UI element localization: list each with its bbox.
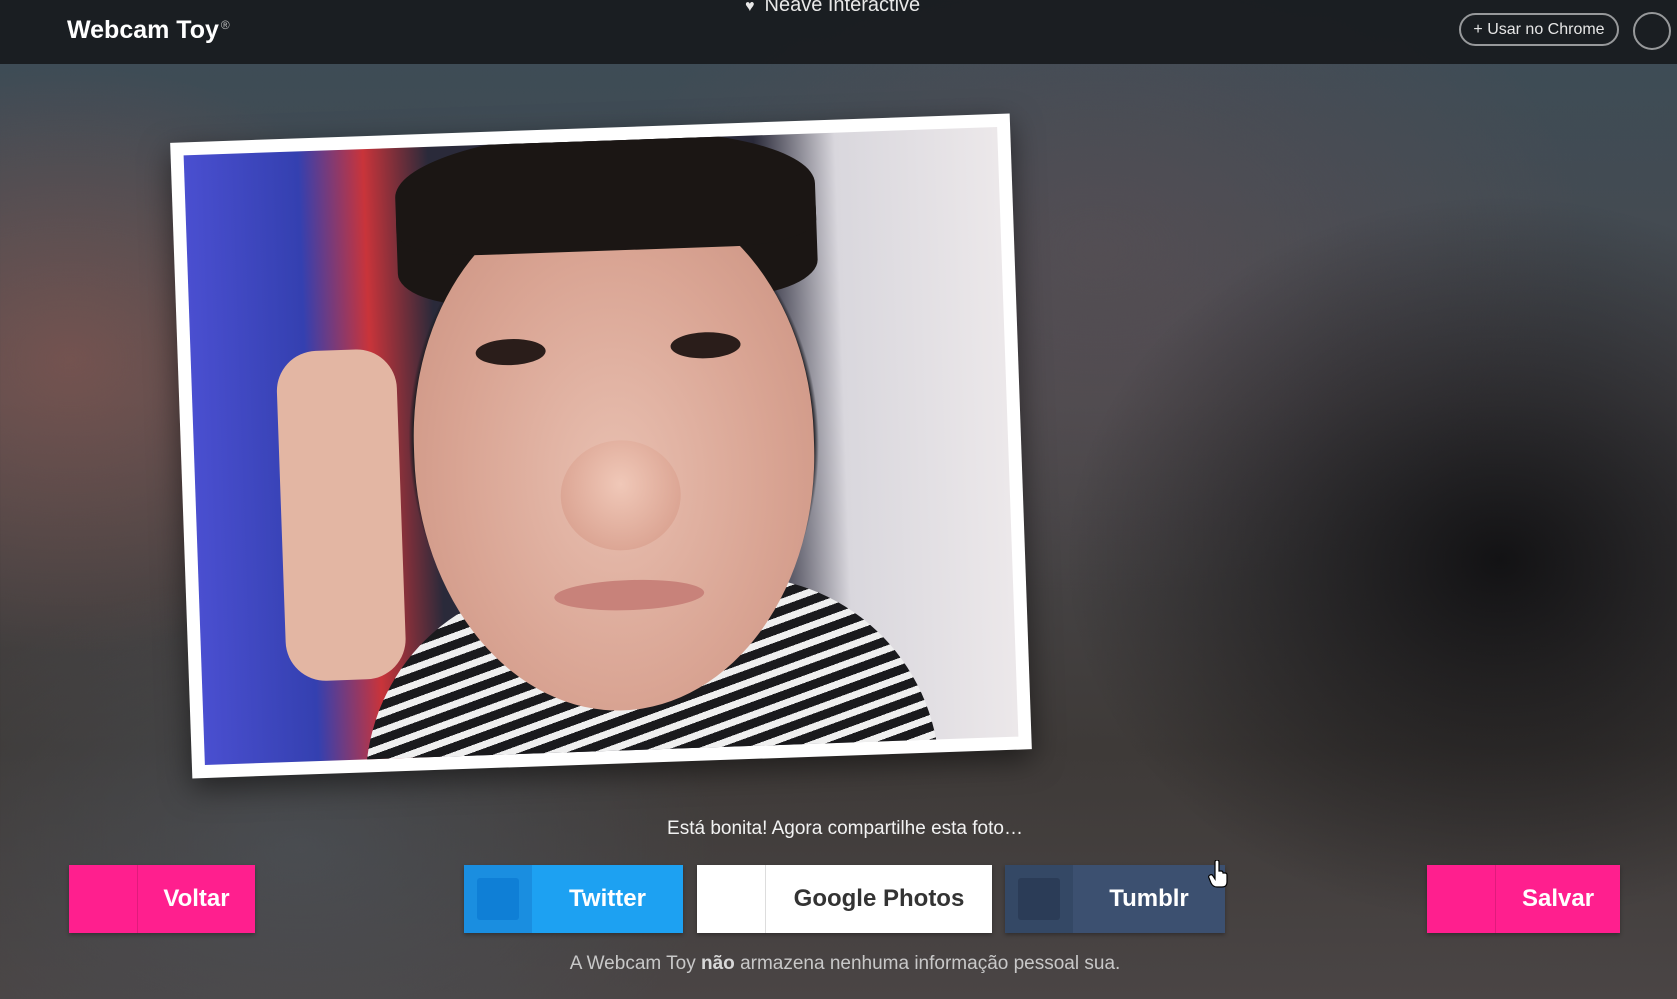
use-in-chrome-button[interactable]: + Usar no Chrome xyxy=(1459,13,1619,46)
twitter-label: Twitter xyxy=(569,885,646,912)
share-caption: Está bonita! Agora compartilhe esta foto… xyxy=(667,818,1023,839)
save-icon xyxy=(1427,865,1496,933)
back-icon xyxy=(69,865,138,933)
credit-label: Neave Interactive xyxy=(764,0,921,16)
registered-mark: ® xyxy=(220,17,230,32)
tumblr-icon xyxy=(1005,865,1073,933)
privacy-text-after: armazena nenhuma informação pessoal sua. xyxy=(740,953,1121,974)
brand-name: Webcam Toy xyxy=(67,16,219,44)
tumblr-label: Tumblr xyxy=(1109,885,1189,912)
twitter-icon xyxy=(464,865,532,933)
google-photos-share-button[interactable]: Google Photos xyxy=(697,865,992,933)
save-button[interactable]: Salvar xyxy=(1427,865,1620,933)
tumblr-share-button[interactable]: Tumblr xyxy=(1005,865,1225,933)
back-label: Voltar xyxy=(163,885,230,912)
privacy-text-bold: não xyxy=(701,953,735,974)
privacy-notice: A Webcam Toy não armazena nenhuma inform… xyxy=(0,953,1677,975)
brand-logo[interactable]: Webcam Toy ® xyxy=(67,16,230,45)
google-photos-icon xyxy=(697,865,766,933)
top-bar: Webcam Toy ® ♥ Neave Interactive + Usar no… xyxy=(0,0,1677,64)
save-label: Salvar xyxy=(1521,885,1595,912)
heart-icon: ♥ xyxy=(745,0,755,15)
back-button[interactable]: Voltar xyxy=(69,865,255,933)
hand-cursor-icon xyxy=(1208,860,1228,888)
menu-circle-button[interactable] xyxy=(1633,12,1671,50)
captured-photo xyxy=(183,126,1019,766)
twitter-share-button[interactable]: Twitter xyxy=(464,865,683,933)
google-photos-label: Google Photos xyxy=(793,885,965,912)
photo-frame xyxy=(170,113,1032,779)
photo-thumb xyxy=(275,348,407,683)
photo-hair-top xyxy=(393,126,818,258)
privacy-text-before: A Webcam Toy xyxy=(569,953,696,974)
credit-link[interactable]: ♥ Neave Interactive xyxy=(745,0,920,17)
